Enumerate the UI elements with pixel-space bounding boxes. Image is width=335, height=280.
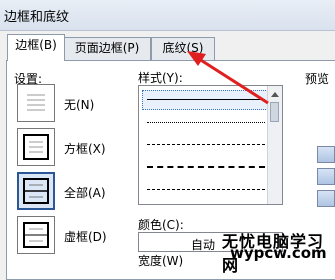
watermark-url: wypcw.com [230,244,327,262]
tab-label: 边框(B) [15,38,57,52]
tab-borders[interactable]: 边框(B) [7,34,65,61]
